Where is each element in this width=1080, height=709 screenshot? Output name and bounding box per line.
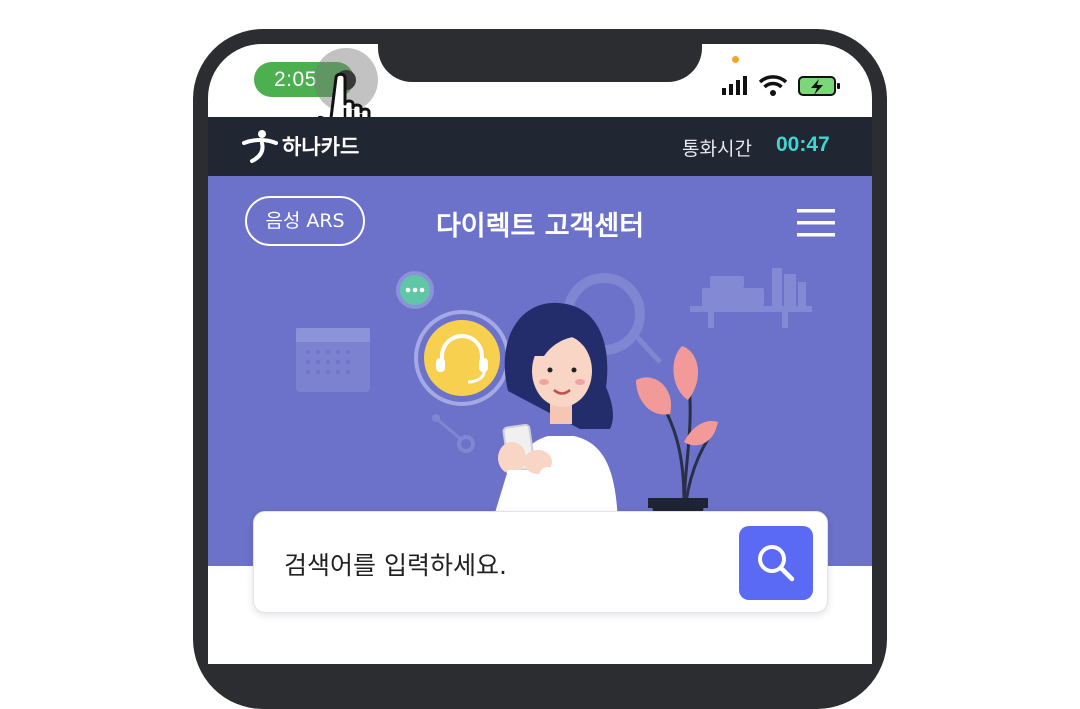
- search-bar: 검색어를 입력하세요.: [253, 511, 828, 613]
- hero-banner: 음성 ARS 다이렉트 고객센터: [208, 176, 872, 566]
- call-time-value: 00:47: [776, 133, 830, 156]
- hamburger-menu-icon[interactable]: [796, 208, 836, 238]
- page-title: 다이렉트 고객센터: [435, 211, 645, 242]
- search-icon: [758, 545, 795, 582]
- camera-indicator: [732, 56, 739, 63]
- call-time-label: 통화시간: [682, 138, 752, 160]
- search-button[interactable]: [739, 526, 813, 600]
- phone-screen: 2:05 하나카드 통화시간 00:47 음성 ARS 다이렉트 고객센터 검색…: [208, 44, 872, 664]
- hana-logo-icon: [242, 130, 278, 163]
- phone-notch: [378, 44, 702, 82]
- status-icons: [722, 75, 840, 96]
- top-bar: 하나카드 통화시간 00:47: [208, 117, 872, 176]
- wifi-icon: [758, 75, 788, 96]
- battery-charging-icon: [798, 76, 840, 96]
- brand-name: 하나카드: [282, 135, 360, 159]
- search-input[interactable]: 검색어를 입력하세요.: [284, 546, 507, 582]
- signal-icon: [722, 76, 747, 95]
